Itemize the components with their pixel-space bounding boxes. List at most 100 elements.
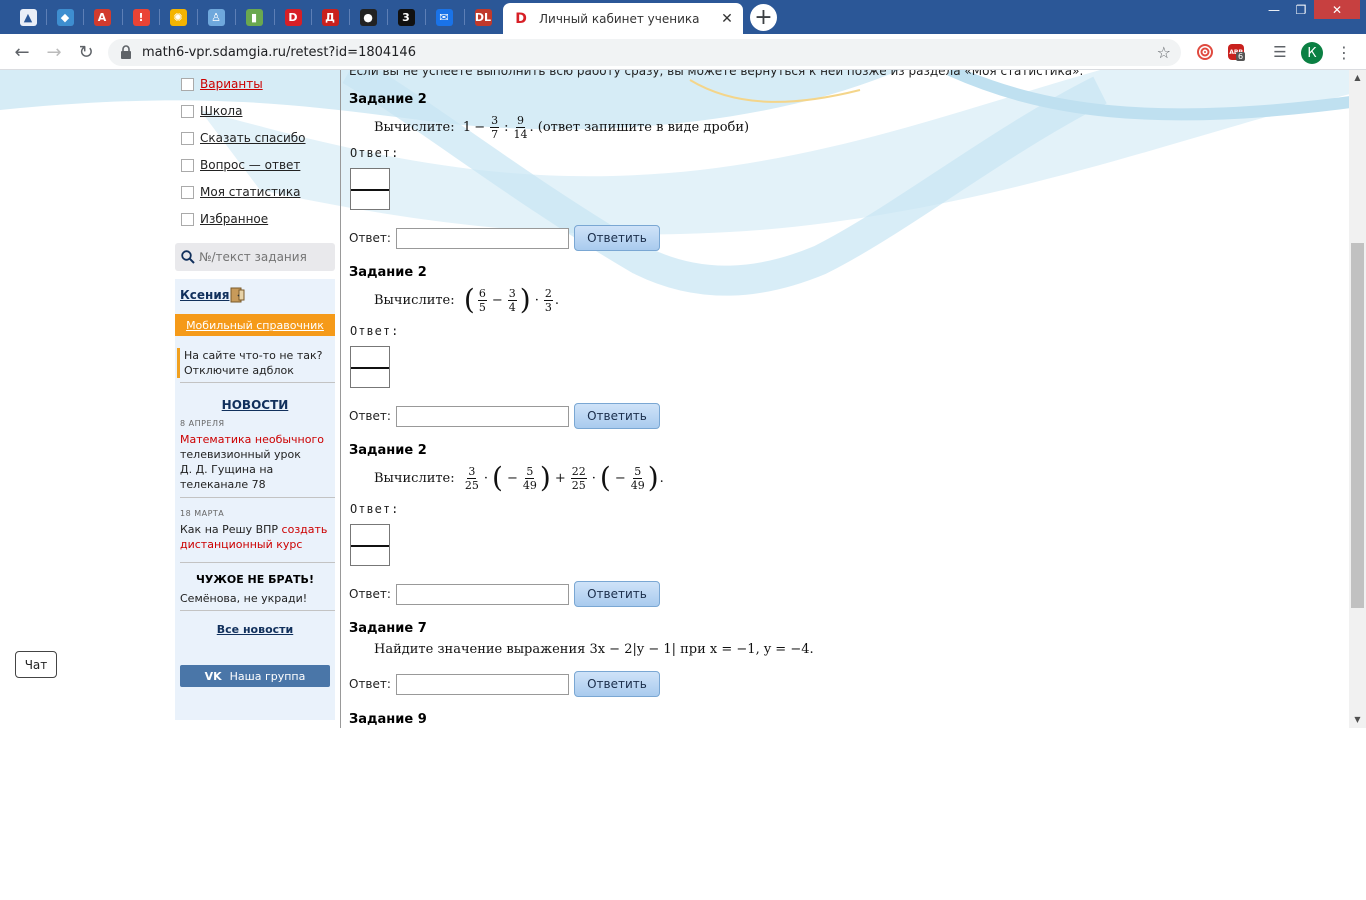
- checkbox[interactable]: [181, 212, 194, 226]
- pinned-tab[interactable]: ✺: [160, 3, 196, 31]
- sidebar-item-thanks[interactable]: Сказать спасибо: [181, 129, 306, 147]
- new-tab-button[interactable]: +: [750, 4, 777, 31]
- fraction-answer-input[interactable]: [350, 524, 390, 566]
- divider: [180, 610, 335, 611]
- profile-avatar[interactable]: К: [1301, 42, 1323, 64]
- tab-separator: [387, 9, 388, 25]
- tab-active[interactable]: D Личный кабинет ученика ✕: [503, 3, 743, 34]
- sidebar-item-favorites[interactable]: Избранное: [181, 210, 268, 228]
- reading-list-icon[interactable]: ☰: [1270, 42, 1290, 62]
- fraction: 34: [507, 287, 517, 314]
- window-close-button[interactable]: ✕: [1314, 0, 1360, 19]
- numerator: 3: [490, 114, 500, 128]
- forward-arrow-icon[interactable]: →: [42, 40, 66, 64]
- pinned-tab[interactable]: ▲: [10, 3, 46, 31]
- back-arrow-icon[interactable]: ←: [10, 40, 34, 64]
- task-title: Задание 2: [349, 265, 427, 280]
- fraction-bar: [351, 545, 389, 547]
- answer-label: Ответ:: [349, 231, 391, 245]
- checkbox[interactable]: [181, 77, 194, 91]
- news-headline[interactable]: Математика необычного: [180, 433, 324, 446]
- pinned-tab[interactable]: D: [275, 3, 311, 31]
- checkbox[interactable]: [181, 158, 194, 172]
- denominator: 49: [630, 478, 645, 492]
- exit-door-icon[interactable]: [230, 287, 245, 303]
- denominator: 5: [478, 300, 486, 314]
- mobile-reference-link[interactable]: Мобильный справочник: [175, 314, 335, 336]
- answer-input[interactable]: [395, 583, 569, 605]
- alert-icon: !: [132, 8, 150, 26]
- bookmark-star-icon[interactable]: ☆: [1157, 43, 1171, 62]
- pinned-tab[interactable]: ◆: [47, 3, 83, 31]
- checkbox[interactable]: [181, 104, 194, 118]
- checkbox[interactable]: [181, 185, 194, 199]
- mail-icon: ✉: [435, 8, 453, 26]
- task-statement: Найдите значение выражения 3x − 2|y − 1|…: [374, 642, 814, 657]
- news-item[interactable]: Как на Решу ВПР создать дистанционный ку…: [180, 522, 332, 552]
- search-box[interactable]: [175, 243, 335, 271]
- search-input[interactable]: [199, 247, 329, 267]
- vk-group-button[interactable]: VK Наша группа: [180, 665, 330, 687]
- page-scrollbar[interactable]: ▲ ▼: [1349, 70, 1366, 728]
- tab-close-icon[interactable]: ✕: [717, 11, 737, 27]
- pinned-tab[interactable]: !: [123, 3, 159, 31]
- submit-answer-button[interactable]: Ответить: [573, 581, 660, 607]
- submit-answer-button[interactable]: Ответить: [573, 225, 660, 251]
- pinned-tab[interactable]: DL: [465, 3, 501, 31]
- answer-label: Ответ:: [350, 502, 400, 516]
- answer-input[interactable]: [395, 227, 569, 249]
- math-operator: +: [554, 470, 566, 486]
- person-icon: ♙: [207, 8, 225, 26]
- fraction-answer-input[interactable]: [350, 346, 390, 388]
- d-logo-icon: D: [284, 8, 302, 26]
- sidebar-item-label[interactable]: Моя статистика: [200, 185, 300, 199]
- math-operator: ·: [534, 292, 539, 308]
- user-name-link[interactable]: Ксения: [180, 288, 229, 302]
- target-extension-icon[interactable]: [1195, 42, 1215, 62]
- answer-row: Ответ: Ответить: [349, 403, 660, 429]
- news-item[interactable]: Математика необычного телевизионный урок …: [180, 432, 332, 492]
- sidebar-item-school[interactable]: Школа: [181, 102, 242, 120]
- pinned-tab[interactable]: Д: [312, 3, 348, 31]
- sidebar-item-variants[interactable]: Варианты: [181, 75, 263, 93]
- reload-icon[interactable]: ↻: [74, 40, 98, 64]
- menu-dots-icon[interactable]: ⋮: [1334, 42, 1354, 62]
- pinned-tab[interactable]: A: [84, 3, 120, 31]
- chat-button[interactable]: Чат: [15, 651, 57, 678]
- alien-title: ЧУЖОЕ НЕ БРАТЬ!: [196, 573, 314, 586]
- all-news-link[interactable]: Все новости: [175, 623, 335, 636]
- pinned-tab[interactable]: ✉: [426, 3, 462, 31]
- pinned-tab[interactable]: ♙: [198, 3, 234, 31]
- minimize-button[interactable]: —: [1260, 0, 1288, 19]
- sidebar-item-label[interactable]: Школа: [200, 104, 242, 118]
- pinned-tab[interactable]: 3: [388, 3, 424, 31]
- pinned-tab[interactable]: ●: [350, 3, 386, 31]
- news-title-link[interactable]: НОВОСТИ: [175, 398, 335, 412]
- address-bar[interactable]: math6-vpr.sdamgia.ru/retest?id=1804146 ☆: [108, 39, 1181, 66]
- sidebar-item-stats[interactable]: Моя статистика: [181, 183, 300, 201]
- fraction: 3 25: [465, 465, 479, 492]
- fraction-answer-input[interactable]: [350, 168, 390, 210]
- scrollbar-thumb[interactable]: [1351, 243, 1364, 608]
- sidebar-item-label[interactable]: Избранное: [200, 212, 268, 226]
- tab-strip: ▲ ◆ A! ✺ ♙ ▮ D Д ● 3 ✉ DL D Личный кабинет ученика …: [0, 0, 1366, 34]
- sidebar-item-label[interactable]: Сказать спасибо: [200, 131, 306, 145]
- math-operator: −: [614, 470, 626, 486]
- submit-answer-button[interactable]: Ответить: [573, 671, 660, 697]
- scroll-up-icon[interactable]: ▲: [1349, 70, 1366, 86]
- answer-input[interactable]: [395, 405, 569, 427]
- adblock-extension-icon[interactable]: ABP 6: [1226, 42, 1246, 62]
- sidebar-item-qa[interactable]: Вопрос — ответ: [181, 156, 300, 174]
- maximize-button[interactable]: ❐: [1288, 0, 1314, 19]
- sidebar-item-label[interactable]: Варианты: [200, 77, 263, 91]
- sidebar-item-label[interactable]: Вопрос — ответ: [200, 158, 300, 172]
- pinned-tab[interactable]: ▮: [236, 3, 272, 31]
- d-letter-icon: Д: [321, 8, 339, 26]
- task-title: Задание 9: [349, 712, 427, 727]
- vk-logo-icon: VK: [204, 669, 222, 683]
- answer-row: Ответ: Ответить: [349, 225, 660, 251]
- checkbox[interactable]: [181, 131, 194, 145]
- answer-input[interactable]: [395, 673, 569, 695]
- submit-answer-button[interactable]: Ответить: [573, 403, 660, 429]
- scroll-down-icon[interactable]: ▼: [1349, 712, 1366, 728]
